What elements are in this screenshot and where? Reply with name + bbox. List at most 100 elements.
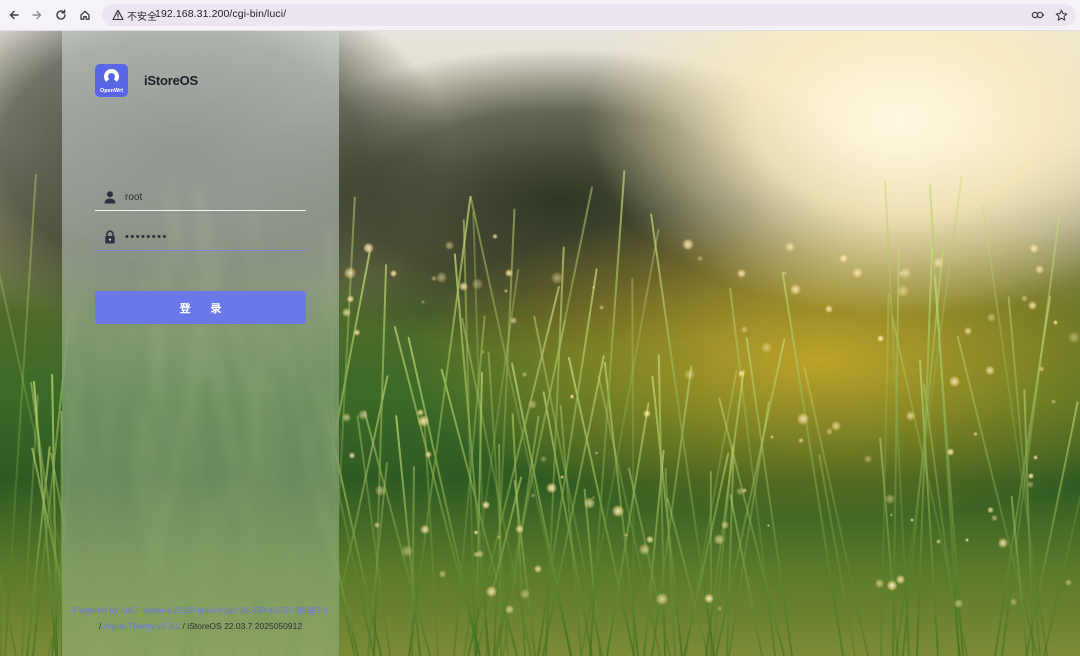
dew-drop [583, 497, 596, 509]
dew-drop [874, 579, 884, 589]
dew-drop [591, 285, 595, 290]
url-text[interactable]: 192.168.31.200/cgi-bin/luci/ [155, 8, 286, 20]
luci-link[interactable]: Powered by LuCI istoreos-22.03 branch (g… [73, 605, 328, 615]
dew-drop [471, 278, 484, 291]
brand: OpenWrt iStoreOS [95, 64, 198, 97]
home-button[interactable] [76, 6, 94, 24]
dew-drop [897, 285, 909, 297]
dew-drop [789, 284, 801, 296]
grass-blade [372, 263, 387, 656]
dew-drop [646, 535, 654, 544]
dew-drop [767, 523, 771, 527]
dew-drop [435, 272, 447, 284]
dew-drop [546, 483, 557, 494]
grass-blade [0, 335, 3, 656]
dew-drop [761, 341, 773, 353]
openwrt-logo: OpenWrt [95, 64, 128, 97]
dew-drop [374, 484, 386, 496]
dew-drop [863, 454, 873, 464]
dew-drop [458, 281, 469, 292]
dew-drop [852, 268, 863, 279]
dew-drop [594, 451, 598, 455]
dew-drop [1009, 597, 1018, 606]
dew-drop [438, 570, 447, 578]
dew-drop [949, 376, 961, 388]
dew-drop [932, 256, 944, 269]
dew-drop [1027, 301, 1037, 311]
login-panel: OpenWrt iStoreOS 登 录 Powered by LuCI ist… [62, 31, 339, 656]
dew-drop [946, 448, 954, 456]
bookmark-button[interactable] [1053, 7, 1069, 23]
footer-version: / Argon Theme v2.3.1 / iStoreOS 22.03.7 … [62, 618, 339, 634]
dew-drop [481, 500, 490, 510]
home-icon [80, 10, 90, 20]
grass-blade [533, 315, 603, 656]
dew-drop [697, 256, 703, 262]
bookmark-star-icon [1055, 9, 1067, 21]
dew-drop [838, 253, 849, 264]
dew-drop [522, 372, 528, 378]
dew-drop [421, 300, 425, 305]
username-field [95, 183, 306, 211]
forward-button[interactable] [28, 6, 46, 24]
dew-drop [528, 400, 537, 409]
username-input[interactable] [125, 186, 300, 208]
dew-drop [569, 394, 574, 399]
dew-drop [417, 415, 430, 427]
dew-drop [740, 325, 748, 333]
dew-drop [896, 575, 905, 584]
dew-drop [1064, 578, 1072, 587]
dew-drop [611, 505, 624, 517]
dew-drop [473, 530, 479, 535]
lock-icon [105, 230, 115, 244]
password-input[interactable] [125, 226, 300, 248]
dew-drop [742, 488, 748, 494]
dew-drop [534, 565, 542, 574]
dew-drop [964, 326, 973, 335]
dew-drop [348, 452, 356, 460]
footer-separator: / [182, 621, 185, 631]
grass-blade [4, 174, 38, 656]
dew-drop [623, 532, 628, 537]
login-button[interactable]: 登 录 [95, 291, 306, 324]
dew-drop [782, 271, 788, 276]
logo-text: OpenWrt [99, 88, 124, 94]
dew-drop [473, 551, 479, 558]
argon-theme-link[interactable]: Argon Theme v2.3.1 [103, 621, 180, 631]
address-bar[interactable]: 不安全 192.168.31.200/cgi-bin/luci/ [102, 4, 1076, 26]
grass-blade [395, 414, 422, 656]
reload-button[interactable] [52, 6, 70, 24]
dew-drop [905, 411, 916, 421]
back-button[interactable] [5, 6, 23, 24]
password-key-button[interactable] [1030, 7, 1046, 23]
grass-blade [502, 415, 540, 656]
dew-drop [1034, 265, 1044, 274]
dew-drop [986, 313, 996, 323]
dew-drop [515, 524, 525, 534]
dew-drop [346, 295, 355, 303]
dew-drop [1021, 294, 1029, 302]
dew-drop [551, 271, 564, 284]
dew-drop [797, 413, 809, 426]
dew-drop [656, 592, 668, 605]
dew-drop [420, 524, 430, 535]
dew-drop [389, 269, 397, 277]
dew-drop [721, 521, 730, 530]
dew-drop [716, 606, 723, 612]
dew-drop [997, 537, 1009, 549]
dew-drop [830, 420, 841, 431]
dew-drop [342, 413, 352, 423]
security-indicator[interactable]: 不安全 [108, 7, 161, 23]
dew-drop [991, 514, 998, 521]
dew-drop [492, 233, 498, 240]
footer-separator: / [98, 621, 102, 631]
dew-drop [643, 409, 651, 417]
dew-drop [343, 267, 356, 280]
dew-drop [353, 329, 360, 336]
dew-drop [1067, 331, 1080, 344]
dew-drop [1029, 243, 1040, 254]
dew-drop [1033, 455, 1039, 460]
dew-drop [540, 455, 548, 463]
dew-drop [898, 270, 904, 276]
warning-icon [112, 9, 124, 21]
